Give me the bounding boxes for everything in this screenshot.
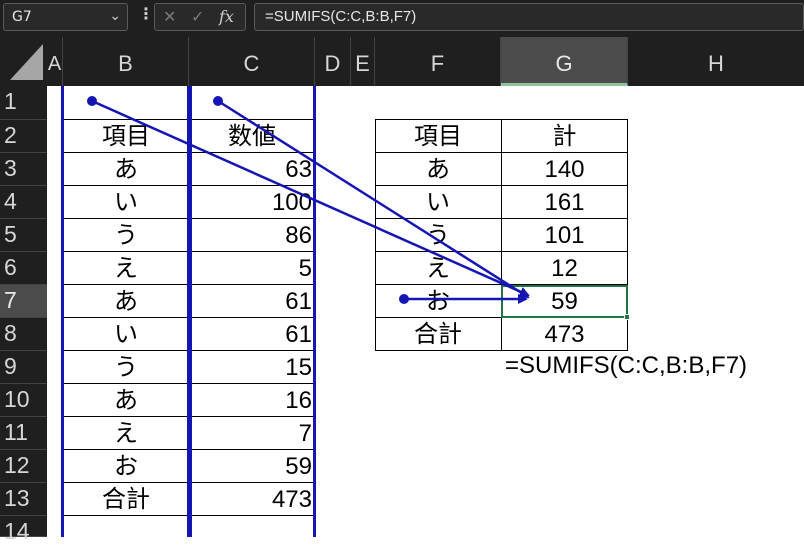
arrow-overlay: [87, 96, 530, 304]
arrow-c-to-g7: [217, 99, 530, 299]
arrow-b-to-g7: [91, 99, 530, 297]
formula-annotation: =SUMIFS(C:C,B:B,F7): [505, 352, 748, 379]
